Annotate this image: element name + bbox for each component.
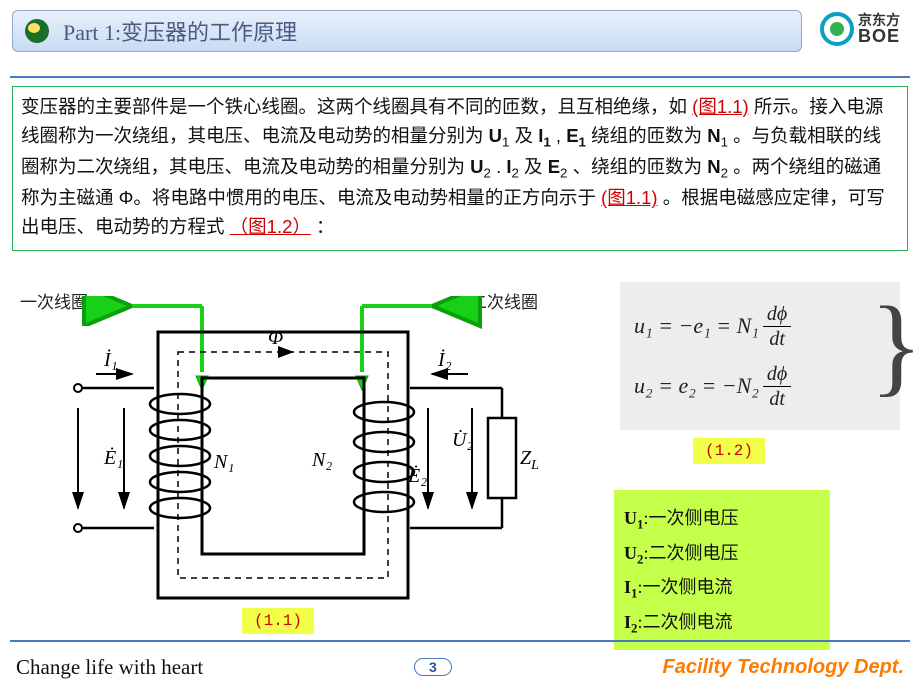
logo-cn: 京东方: [858, 13, 900, 27]
n1-label: N₁: [213, 451, 234, 473]
figure-1-2-link[interactable]: （图1.2）: [230, 216, 311, 237]
page-number: 3: [414, 658, 452, 676]
svg-text:ZL: ZL: [520, 447, 539, 473]
i1-label: İ₁: [103, 348, 118, 371]
figure-1-1-caption: (1.1): [242, 608, 314, 634]
logo-en: BOE: [858, 27, 900, 45]
footer: Change life with heart 3 Facility Techno…: [10, 640, 910, 684]
u2-label: U̇₂: [452, 428, 473, 451]
legend-u2: U2:二次侧电压: [624, 539, 820, 568]
page-title: Part 1:变压器的工作原理: [63, 15, 297, 47]
divider: [10, 76, 910, 78]
header-bar: Part 1:变压器的工作原理: [12, 10, 802, 52]
i2-label: İ₂: [437, 348, 452, 371]
phi-label: Φ: [268, 327, 283, 349]
e1-label: Ė₁: [103, 446, 123, 469]
u1-label: U̇₁: [72, 446, 73, 469]
transformer-diagram: Φ İ₁ U̇₁ Ė₁ N₁ ZL İ₂ U̇₂ Ė₂ N₂: [72, 296, 572, 616]
brand-logo: 京东方 BOE: [810, 5, 910, 53]
footer-tagline: Change life with heart: [16, 655, 203, 680]
figure-1-2-caption: (1.2): [693, 438, 765, 464]
bullet-sphere-icon: [23, 17, 51, 45]
brace-icon: }: [870, 290, 920, 400]
legend-u1: U1:一次侧电压: [624, 504, 820, 533]
logo-ring-icon: [820, 12, 854, 46]
legend-i2: I2:二次侧电流: [624, 608, 820, 637]
footer-dept: Facility Technology Dept.: [662, 656, 904, 679]
e2-label: Ė₂: [407, 464, 427, 487]
symbol-legend: U1:一次侧电压 U2:二次侧电压 I1:一次侧电流 I2:二次侧电流: [614, 490, 830, 650]
figure-1-1-link[interactable]: (图1.1): [692, 96, 749, 117]
equation-box: u₁ = −e₁ = N₁ dϕdt u₂ = e₂ = −N₂ dϕdt: [620, 282, 900, 430]
intro-paragraph: 变压器的主要部件是一个铁心线圈。这两个线圈具有不同的匝数，且互相绝缘，如 (图1…: [12, 86, 908, 251]
legend-i1: I1:一次侧电流: [624, 573, 820, 602]
n2-label: N₂: [311, 449, 332, 471]
figure-1-1-link-b[interactable]: (图1.1): [601, 187, 658, 208]
